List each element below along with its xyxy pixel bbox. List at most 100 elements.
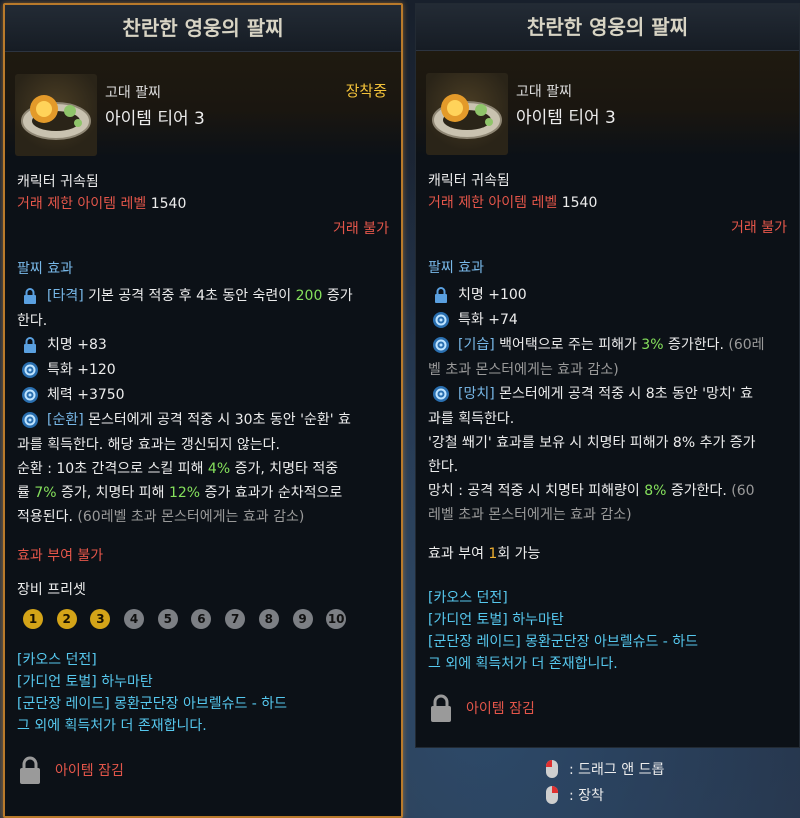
- trade-status: 거래 불가: [731, 220, 787, 236]
- effect-text: 증가한다.: [666, 483, 727, 499]
- padlock-icon: [20, 756, 40, 784]
- effect-name: [망치]: [458, 386, 495, 402]
- bound-status: 캐릭터 귀속됨: [17, 174, 99, 190]
- bound-status: 캐릭터 귀속됨: [428, 173, 510, 189]
- equip-hint-label: : 장착: [569, 788, 604, 804]
- no-effect-label: 효과 부여 불가: [17, 548, 104, 564]
- preset-8[interactable]: 8: [258, 609, 279, 629]
- effect-text: 률: [17, 485, 35, 501]
- trade-limit-value: 1540: [561, 195, 598, 211]
- effect-section-title: 팔찌 효과: [17, 261, 73, 277]
- effect-apply-count: 효과 부여 1회 가능: [428, 543, 787, 565]
- effect-text: 증가 효과가 순차적으로: [200, 485, 343, 501]
- swirl-icon: [22, 412, 38, 428]
- lock-label: 아이템 잠김: [466, 701, 535, 717]
- effect-text: 한다.: [17, 313, 48, 329]
- item-lock-status: 아이템 잠김: [428, 693, 787, 723]
- swirl-icon: [433, 312, 449, 328]
- item-tier: 아이템 티어 3: [105, 109, 205, 129]
- preset-5[interactable]: 5: [157, 609, 178, 629]
- effect-text: 과를 획득한다. 해당 효과는 갱신되지 않는다.: [17, 437, 280, 453]
- stat-text: 치명 +100: [458, 287, 527, 303]
- stat-spec: 특화 +120: [17, 358, 389, 383]
- preset-9[interactable]: 9: [292, 609, 313, 629]
- item-grade: 고대 팔찌: [516, 84, 572, 100]
- effect-text: 순환 : 10초 간격으로 스킬 피해: [17, 461, 208, 477]
- source-chaos-dungeon: [카오스 던전]: [428, 590, 508, 606]
- apply-count: 1: [488, 546, 498, 562]
- bracelet-icon: [15, 74, 97, 156]
- stat-crit: 치명 +83: [17, 333, 389, 358]
- stat-text: 특화 +74: [458, 312, 518, 328]
- effect-hammer: [망치] 몬스터에게 공격 적중 시 8초 동안 '망치' 효: [428, 382, 787, 407]
- apply-text: 효과 부여: [428, 546, 489, 562]
- bracelet-icon: [426, 73, 508, 155]
- effect-value: 4%: [207, 461, 231, 477]
- preset-6[interactable]: 6: [191, 609, 212, 629]
- trade-limit-value: 1540: [150, 196, 187, 212]
- effect-ambush: [기습] 백어택으로 주는 피해가 3% 증가한다. (60레: [428, 333, 787, 358]
- stat-hp: 체력 +3750: [17, 383, 389, 408]
- trade-status: 거래 불가: [333, 221, 389, 237]
- item-summary: 고대 팔찌 아이템 티어 3 장착중: [5, 52, 401, 157]
- swirl-icon: [433, 386, 449, 402]
- trade-limit-label: 거래 제한 아이템 레벨: [428, 195, 558, 211]
- item-title: 찬란한 영웅의 팔찌: [416, 4, 799, 51]
- lock-icon: [24, 337, 36, 353]
- swirl-icon: [433, 337, 449, 353]
- effect-text: 몬스터에게 공격 적중 시 30초 동안 '순환' 효: [83, 412, 351, 428]
- lock-icon: [24, 288, 36, 304]
- source-chaos-dungeon: [카오스 던전]: [17, 652, 97, 668]
- effect-text: 망치 : 공격 적중 시 치명타 피해량이: [428, 483, 645, 499]
- swirl-icon: [22, 362, 38, 378]
- drag-hint-label: : 드래그 앤 드롭: [569, 762, 665, 778]
- item-title: 찬란한 영웅의 팔찌: [5, 5, 401, 52]
- stat-text: 체력 +3750: [47, 387, 125, 403]
- preset-2[interactable]: 2: [56, 609, 77, 629]
- effect-value: 3%: [641, 337, 664, 353]
- effect-text: 률 7% 증가, 치명타 피해 12% 증가 효과가 순차적으로: [17, 481, 389, 505]
- effect-text: 망치 : 공격 적중 시 치명타 피해량이 8% 증가한다. (60: [428, 479, 787, 503]
- preset-3[interactable]: 3: [90, 609, 111, 629]
- padlock-icon: [431, 694, 451, 722]
- preset-10[interactable]: 10: [326, 609, 347, 629]
- effect-text: 몬스터에게 공격 적중 시 8초 동안 '망치' 효: [494, 386, 753, 402]
- source-guardian: [가디언 토벌] 하누마탄: [428, 612, 564, 628]
- mouse-right-click-icon: [546, 786, 558, 804]
- equipped-badge: 장착중: [345, 82, 387, 100]
- effect-text: 증가: [322, 288, 353, 304]
- equip-hint: : 장착: [545, 782, 795, 808]
- effect-name: [타격]: [47, 288, 84, 304]
- source-guardian: [가디언 토벌] 하누마탄: [17, 674, 153, 690]
- preset-4[interactable]: 4: [124, 609, 145, 629]
- effect-text: 과를 획득한다.: [428, 411, 515, 427]
- effect-cycle: [순환] 몬스터에게 공격 적중 시 30초 동안 '순환' 효: [17, 408, 389, 433]
- effect-value: 12%: [168, 485, 201, 501]
- effect-text: '강철 쐐기' 효과를 보유 시 치명타 피해가 8% 추가 증가: [428, 435, 756, 451]
- preset-row: 1 2 3 4 5 6 7 8 9 10: [17, 609, 389, 629]
- effect-text: 증가, 치명타 피해: [56, 485, 169, 501]
- effect-text: 백어택으로 주는 피해가: [494, 337, 642, 353]
- effect-text: 기본 공격 적중 후 4초 동안 숙련이: [83, 288, 296, 304]
- drag-hint: : 드래그 앤 드롭: [545, 756, 795, 782]
- preset-1[interactable]: 1: [23, 609, 43, 629]
- swirl-icon: [22, 387, 38, 403]
- effect-value: 8%: [644, 483, 667, 499]
- source-more: 그 외에 획득처가 더 존재합니다.: [428, 656, 618, 672]
- equipped-item-tooltip: 찬란한 영웅의 팔찌 고대 팔찌 아이템 티어 3 장착중 캐릭터 귀속됨 거래…: [3, 3, 403, 818]
- stat-text: 치명 +83: [47, 337, 107, 353]
- effect-text: 한다.: [428, 459, 459, 475]
- effect-note: (60: [726, 483, 755, 499]
- source-more: 그 외에 획득처가 더 존재합니다.: [17, 718, 207, 734]
- item-summary: 고대 팔찌 아이템 티어 3: [416, 51, 799, 156]
- stat-spec: 특화 +74: [428, 308, 787, 333]
- effect-value: 7%: [34, 485, 57, 501]
- trade-limit-label: 거래 제한 아이템 레벨: [17, 196, 147, 212]
- preset-7[interactable]: 7: [225, 609, 246, 629]
- preset-title: 장비 프리셋: [17, 582, 86, 598]
- stat-crit: 치명 +100: [428, 283, 787, 308]
- mouse-left-click-icon: [546, 760, 558, 778]
- effect-section-title: 팔찌 효과: [428, 260, 484, 276]
- source-raid: [군단장 레이드] 몽환군단장 아브렐슈드 - 하드: [17, 696, 288, 712]
- compare-item-tooltip: 찬란한 영웅의 팔찌 고대 팔찌 아이템 티어 3 캐릭터 귀속됨 거래 제한 …: [415, 3, 800, 748]
